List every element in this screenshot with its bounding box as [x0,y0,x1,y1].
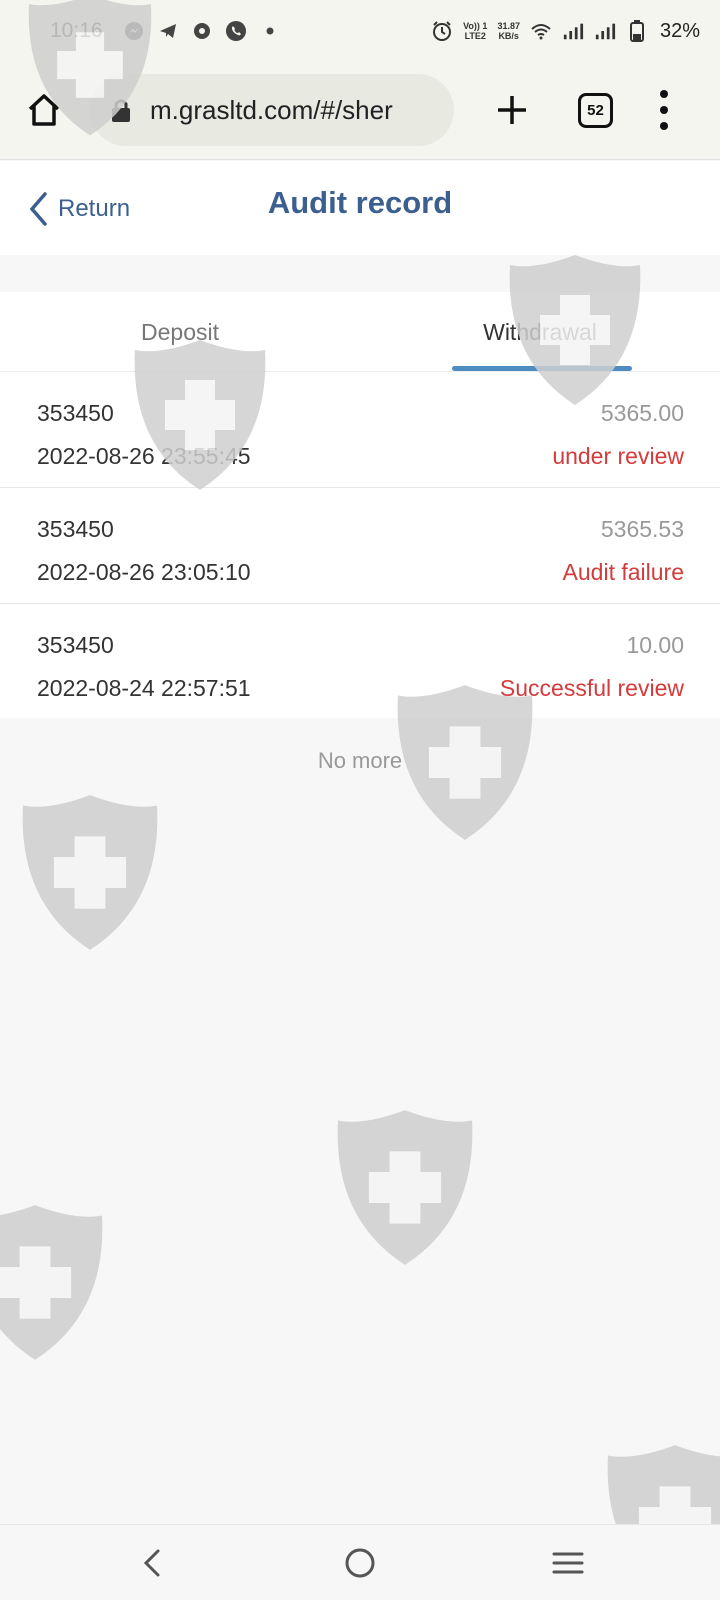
url-text: m.grasltd.com/#/sher [150,94,393,125]
tab-withdrawal[interactable]: Withdrawal [360,292,720,372]
nav-home-icon[interactable] [338,1541,382,1585]
status-bar: 10:16 Vo)) 1 LTE2 31.87 KB/s 32% [0,0,720,62]
record-status: under review [552,443,684,469]
page-title: Audit record [267,185,453,220]
speed-unit: KB/s [498,31,519,41]
list-item[interactable]: 353450 5365.53 2022-08-26 23:05:10 Audit… [0,488,720,604]
record-id: 353450 [37,516,114,542]
record-status: Successful review [499,675,684,701]
record-id: 353450 [37,632,114,658]
system-nav-bar [0,1524,720,1600]
address-bar[interactable]: m.grasltd.com/#/sher [90,74,454,146]
network-label: Vo)) 1 LTE2 [463,21,487,41]
plus-icon[interactable] [492,90,532,130]
network-speed: 31.87 KB/s [497,21,520,41]
battery-percentage: 32% [659,19,700,42]
lte-label: LTE2 [464,31,486,41]
nav-recent-apps-icon[interactable] [546,1541,590,1585]
app-notification-icon [191,20,213,42]
alarm-icon [431,20,453,42]
record-amount: 10.00 [626,632,684,658]
record-time: 2022-08-24 22:57:51 [37,675,251,701]
shield-cross-icon [337,1110,473,1265]
list-end-text: No more [317,748,403,773]
tab-switcher-button[interactable]: 52 [578,93,613,128]
speed-value: 31.87 [497,21,520,31]
more-vert-icon[interactable] [656,90,672,130]
more-notifications-icon [259,20,281,42]
record-time: 2022-08-26 23:55:45 [37,443,251,469]
record-time: 2022-08-26 23:05:10 [37,559,251,585]
telegram-icon [157,20,179,42]
shield-cross-icon [22,795,158,950]
nav-back-icon[interactable] [130,1541,174,1585]
record-status: Audit failure [562,559,684,585]
list-item[interactable]: 353450 10.00 2022-08-24 22:57:51 Success… [0,604,720,718]
volte-label: Vo)) 1 [463,21,488,31]
record-id: 353450 [37,400,114,426]
messenger-icon [123,20,145,42]
shield-cross-icon [0,1205,103,1360]
list-item[interactable]: 353450 5365.00 2022-08-26 23:55:45 under… [0,372,720,488]
status-time: 10:16 [50,19,103,42]
home-icon[interactable] [24,90,64,130]
record-amount: 5365.00 [600,400,684,426]
record-amount: 5365.53 [600,516,684,542]
lock-icon [112,99,130,122]
battery-icon [626,20,648,42]
page-header: Return Audit record [0,161,720,255]
whatsapp-icon [225,20,247,42]
signal-icon-sim2 [594,20,616,42]
signal-icon-sim1 [562,20,584,42]
active-tab-indicator [452,366,632,371]
wifi-icon [530,20,552,42]
tab-bar: Deposit Withdrawal [0,292,720,372]
browser-toolbar: m.grasltd.com/#/sher 52 [0,62,720,160]
record-list: 353450 5365.00 2022-08-26 23:55:45 under… [0,372,720,718]
tab-deposit[interactable]: Deposit [0,292,360,372]
